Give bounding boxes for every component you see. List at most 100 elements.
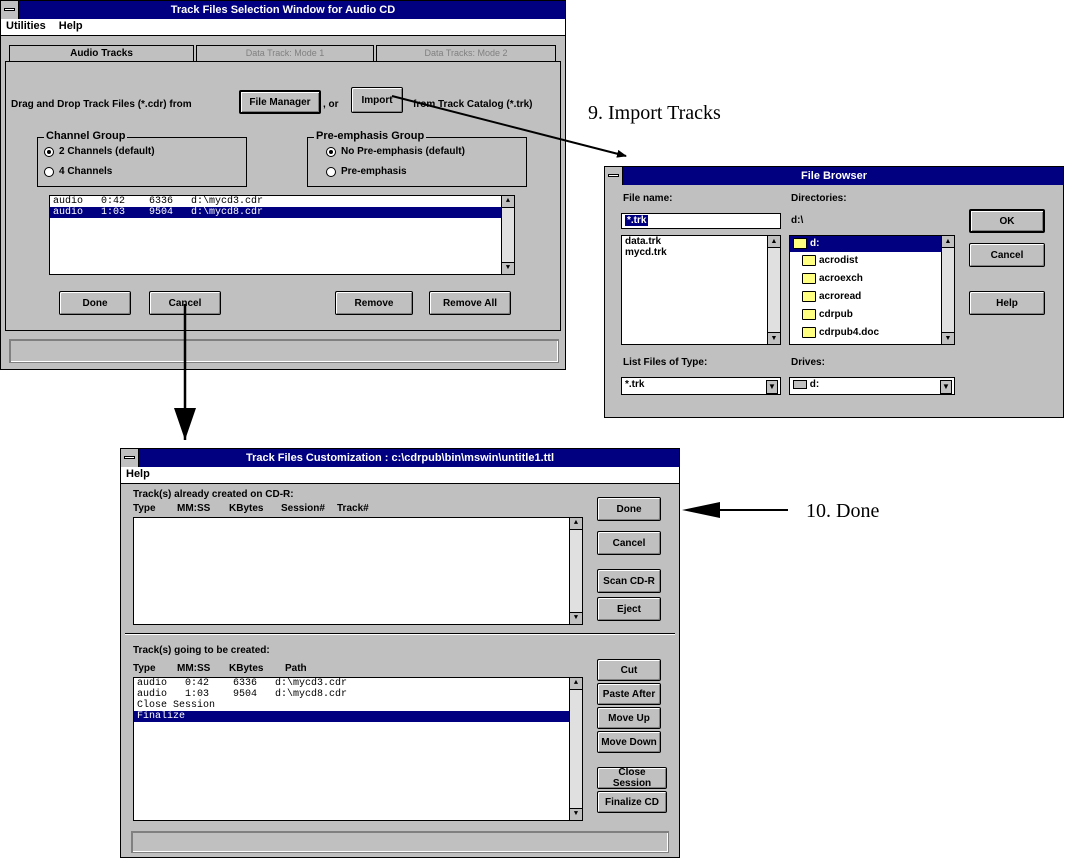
scan-cdr-button[interactable]: Scan CD-R <box>597 569 661 593</box>
header-kbytes: KBytes <box>229 503 264 514</box>
created-list-scrollbar[interactable]: ▲ ▼ <box>569 518 582 624</box>
created-tracks-list[interactable]: ▲ ▼ <box>133 517 583 625</box>
header-track: Track# <box>337 503 369 514</box>
header-mmss: MM:SS <box>177 663 211 674</box>
scroll-down-icon[interactable]: ▼ <box>942 332 954 344</box>
file-list[interactable]: data.trk mycd.trk ▲ ▼ <box>621 235 781 345</box>
directory-list[interactable]: d: acrodist acroexch acroread cdrpub cdr… <box>789 235 955 345</box>
drive-icon <box>793 379 807 389</box>
cancel-button[interactable]: Cancel <box>149 291 221 315</box>
scroll-down-icon[interactable]: ▼ <box>502 262 514 274</box>
drag-drop-label: Drag and Drop Track Files (*.cdr) from <box>11 99 192 110</box>
pending-list-scrollbar[interactable]: ▲ ▼ <box>569 678 582 820</box>
header-type: Type <box>133 503 156 514</box>
tab-data-track-mode1[interactable]: Data Track: Mode 1 <box>196 45 374 61</box>
header-mmss: MM:SS <box>177 503 211 514</box>
menu-help[interactable]: Help <box>121 467 155 481</box>
import-button[interactable]: Import <box>351 87 403 113</box>
list-item[interactable]: cdrpub <box>790 306 954 324</box>
file-manager-button[interactable]: File Manager <box>239 90 321 114</box>
file-list-scrollbar[interactable]: ▲ ▼ <box>767 236 780 344</box>
status-bar <box>131 831 669 853</box>
list-item[interactable]: acroread <box>790 288 954 306</box>
dropdown-arrow-icon[interactable]: ▼ <box>940 380 952 394</box>
close-session-button[interactable]: Close Session <box>597 767 667 789</box>
preemphasis-group-title: Pre-emphasis Group <box>314 130 427 142</box>
system-menu-icon[interactable] <box>121 449 139 467</box>
list-item[interactable]: audio 1:03 9504 d:\mycd8.cdr <box>134 689 582 700</box>
system-menu-icon[interactable] <box>605 167 623 185</box>
directory-list-scrollbar[interactable]: ▲ ▼ <box>941 236 954 344</box>
list-item[interactable]: Close Session <box>134 700 582 711</box>
radio-selected-icon <box>44 146 54 157</box>
scroll-up-icon[interactable]: ▲ <box>768 236 780 248</box>
tab-data-tracks-mode2[interactable]: Data Tracks: Mode 2 <box>376 45 556 61</box>
list-item[interactable]: acrodist <box>790 252 954 270</box>
remove-all-button[interactable]: Remove All <box>429 291 511 315</box>
cancel-button[interactable]: Cancel <box>969 243 1045 267</box>
list-type-select[interactable]: *.trk ▼ <box>621 377 781 395</box>
system-menu-icon[interactable] <box>1 1 19 19</box>
menu-utilities[interactable]: Utilities <box>1 19 51 33</box>
or-label: , or <box>323 99 339 110</box>
list-item[interactable]: Finalize <box>134 711 570 722</box>
filename-input[interactable]: *.trk <box>621 213 781 229</box>
list-item[interactable]: cdrpub4.doc <box>790 324 954 342</box>
list-item[interactable]: audio 0:42 6336 d:\mycd3.cdr <box>134 678 582 689</box>
list-item[interactable]: audio 1:03 9504 d:\mycd8.cdr <box>50 207 502 218</box>
eject-button[interactable]: Eject <box>597 597 661 621</box>
window-title: Track Files Selection Window for Audio C… <box>170 4 396 16</box>
finalize-cd-button[interactable]: Finalize CD <box>597 791 667 813</box>
scroll-up-icon[interactable]: ▲ <box>570 518 582 530</box>
menu-bar: Help <box>121 467 679 484</box>
cut-button[interactable]: Cut <box>597 659 661 681</box>
title-bar[interactable]: Track Files Customization : c:\cdrpub\bi… <box>121 449 679 467</box>
title-bar[interactable]: Track Files Selection Window for Audio C… <box>1 1 565 19</box>
scroll-down-icon[interactable]: ▼ <box>768 332 780 344</box>
pending-tracks-list[interactable]: audio 0:42 6336 d:\mycd3.cdr audio 1:03 … <box>133 677 583 821</box>
move-down-button[interactable]: Move Down <box>597 731 661 753</box>
list-item[interactable]: acroexch <box>790 270 954 288</box>
radio-empty-icon <box>44 166 54 177</box>
radio-preemphasis[interactable]: Pre-emphasis <box>326 166 407 177</box>
open-folder-icon <box>793 237 807 249</box>
tab-audio-tracks[interactable]: Audio Tracks <box>9 45 194 61</box>
cancel-button[interactable]: Cancel <box>597 531 661 555</box>
move-up-button[interactable]: Move Up <box>597 707 661 729</box>
radio-2-channels[interactable]: 2 Channels (default) <box>44 146 155 157</box>
drives-select[interactable]: d: ▼ <box>789 377 955 395</box>
scroll-up-icon[interactable]: ▲ <box>570 678 582 690</box>
preemphasis-group: Pre-emphasis Group No Pre-emphasis (defa… <box>307 130 527 187</box>
radio-4-channels[interactable]: 4 Channels <box>44 166 112 177</box>
pending-label: Track(s) going to be created: <box>133 645 270 656</box>
done-button[interactable]: Done <box>59 291 131 315</box>
track-list[interactable]: audio 0:42 6336 d:\mycd3.cdr audio 1:03 … <box>49 195 515 275</box>
list-item[interactable]: data.trk <box>622 236 780 247</box>
remove-button[interactable]: Remove <box>335 291 413 315</box>
scroll-up-icon[interactable]: ▲ <box>942 236 954 248</box>
dropdown-arrow-icon[interactable]: ▼ <box>766 380 778 394</box>
ok-button[interactable]: OK <box>969 209 1045 233</box>
done-button[interactable]: Done <box>597 497 661 521</box>
help-button[interactable]: Help <box>969 291 1045 315</box>
radio-selected-icon <box>326 146 336 157</box>
list-item[interactable]: d: <box>790 236 942 252</box>
track-selection-window: Track Files Selection Window for Audio C… <box>0 0 566 370</box>
scroll-up-icon[interactable]: ▲ <box>502 196 514 208</box>
radio-no-preemphasis[interactable]: No Pre-emphasis (default) <box>326 146 465 157</box>
channel-group: Channel Group 2 Channels (default) 4 Cha… <box>37 130 247 187</box>
header-path: Path <box>285 663 307 674</box>
title-bar[interactable]: File Browser <box>605 167 1063 185</box>
menu-bar: Utilities Help <box>1 19 565 36</box>
menu-help[interactable]: Help <box>54 19 88 33</box>
scroll-down-icon[interactable]: ▼ <box>570 808 582 820</box>
file-browser-window: File Browser File name: *.trk data.trk m… <box>604 166 1064 418</box>
list-item[interactable]: mycd.trk <box>622 247 780 258</box>
directories-label: Directories: <box>791 193 847 204</box>
track-list-scrollbar[interactable]: ▲ ▼ <box>501 196 514 274</box>
scroll-down-icon[interactable]: ▼ <box>570 612 582 624</box>
list-type-value: *.trk <box>625 379 645 390</box>
header-kbytes: KBytes <box>229 663 264 674</box>
list-item[interactable]: audio 0:42 6336 d:\mycd3.cdr <box>50 196 514 207</box>
paste-after-button[interactable]: Paste After <box>597 683 661 705</box>
